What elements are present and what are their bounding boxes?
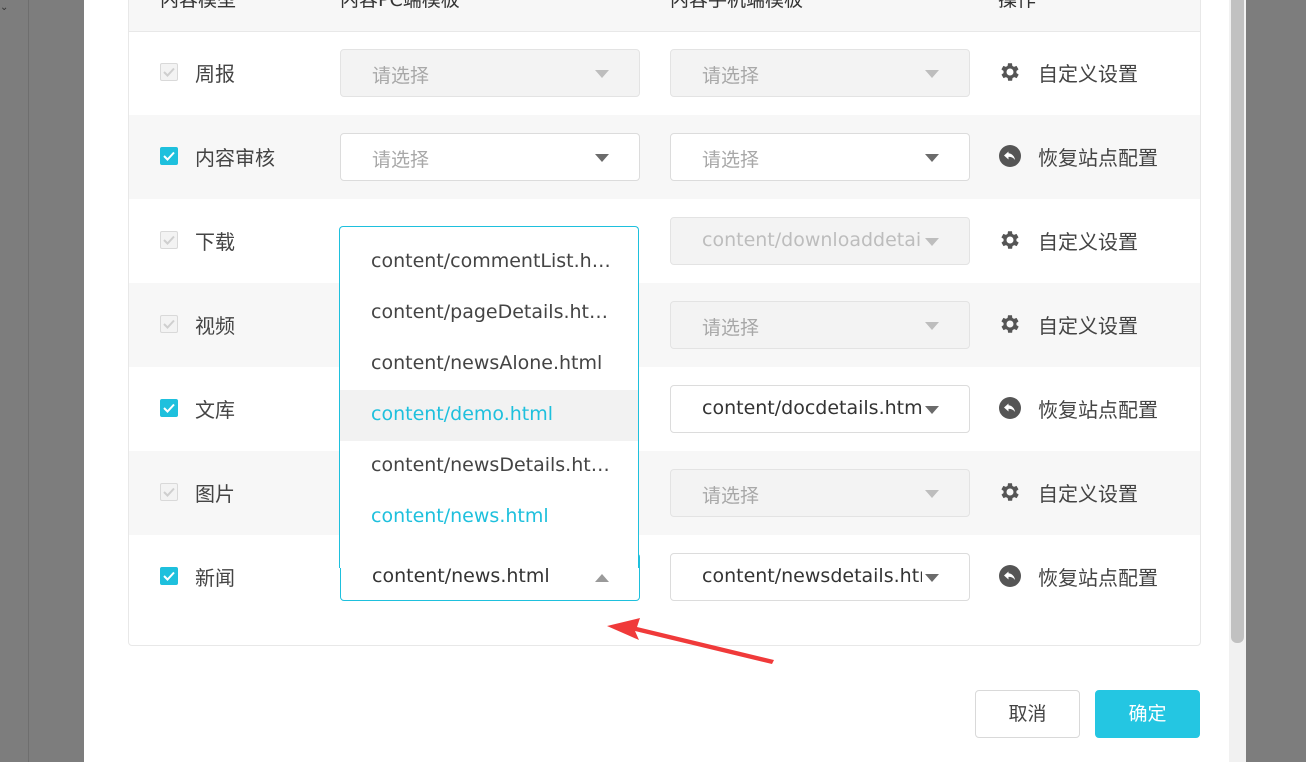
mobile-template-select[interactable]: content/newsdetails.html	[670, 553, 970, 601]
select-value: 请选择	[372, 65, 430, 87]
caret-down-icon	[925, 406, 939, 414]
option-label: content/demo.html	[371, 403, 554, 425]
pc-template-select: 请选择	[340, 49, 640, 97]
module-name: 内容审核	[195, 146, 275, 170]
mobile-template-select[interactable]: content/docdetails.html	[670, 385, 970, 433]
select-value: 请选择	[702, 317, 760, 339]
select-value: 请选择	[702, 65, 760, 87]
option-label: content/news.html	[371, 505, 549, 527]
row-checkbox[interactable]	[160, 231, 178, 249]
mobile-template-select: 请选择	[670, 49, 970, 97]
mobile-template-select[interactable]: 请选择	[670, 133, 970, 181]
row-checkbox[interactable]	[160, 567, 178, 585]
scrollbar-thumb[interactable]	[1231, 0, 1244, 643]
action-label: 恢复站点配置	[1038, 398, 1158, 422]
undo-icon	[998, 396, 1022, 420]
caret-down-icon	[925, 154, 939, 162]
table-row: 文库 content/docdetails.html 恢复站点配置	[129, 367, 1200, 451]
pc-template-select[interactable]: 请选择	[340, 133, 640, 181]
dropdown-option[interactable]: content/pageDetails.html	[340, 288, 638, 339]
mobile-template-select: content/downloaddetail	[670, 217, 970, 265]
header-action: 操作	[998, 0, 1037, 11]
row-checkbox[interactable]	[160, 399, 178, 417]
table-row: 下载 content/downloaddetail 自定义设置	[129, 199, 1200, 283]
table-row: 图片 请选择 自定义设置	[129, 451, 1200, 535]
template-table: 内容模型 内容PC端模板 内容手机端模板 操作 周报 请选择 请选择 自定义设置 内容审…	[128, 0, 1201, 646]
action-label: 恢复站点配置	[1038, 146, 1158, 170]
row-checkbox[interactable]	[160, 147, 178, 165]
select-value: 请选择	[372, 149, 430, 171]
caret-down-icon	[925, 322, 939, 330]
row-checkbox[interactable]	[160, 483, 178, 501]
table-header: 内容模型 内容PC端模板 内容手机端模板 操作	[129, 0, 1200, 32]
action-label: 自定义设置	[1038, 482, 1138, 506]
dropdown-option[interactable]: content/newsDetails.html	[340, 441, 638, 492]
action-label: 自定义设置	[1038, 62, 1138, 86]
gear-icon	[998, 60, 1022, 84]
gear-icon	[998, 312, 1022, 336]
caret-up-icon	[595, 574, 609, 582]
select-value: 请选择	[702, 149, 760, 171]
confirm-button[interactable]: 确定	[1095, 690, 1200, 738]
caret-down-icon	[925, 238, 939, 246]
dropdown-option[interactable]: content/newsAlone.html	[340, 339, 638, 390]
option-label: content/pageDetails.html	[371, 301, 611, 323]
caret-down-icon	[595, 70, 609, 78]
undo-icon	[998, 144, 1022, 168]
modal-backdrop-left: ⌄	[0, 0, 84, 762]
select-value: content/downloaddetail	[702, 229, 922, 251]
module-name: 新闻	[195, 566, 235, 590]
caret-down-icon	[925, 70, 939, 78]
mobile-template-select: 请选择	[670, 301, 970, 349]
cancel-button[interactable]: 取消	[975, 690, 1080, 738]
option-label: content/newsDetails.html	[371, 454, 611, 476]
action-label: 恢复站点配置	[1038, 566, 1158, 590]
select-value: content/docdetails.html	[702, 397, 922, 419]
module-name: 文库	[195, 398, 235, 422]
select-value: 请选择	[702, 485, 760, 507]
dropdown-option[interactable]: content/news.html	[340, 492, 638, 543]
table-row: 视频 请选择 自定义设置	[129, 283, 1200, 367]
header-module: 内容模型	[160, 0, 237, 11]
table-row: 周报 请选择 请选择 自定义设置	[129, 31, 1200, 115]
caret-down-icon	[925, 574, 939, 582]
module-name: 图片	[195, 482, 235, 506]
option-label: content/newsAlone.html	[371, 352, 603, 374]
dropdown-option[interactable]: content/demo.html	[340, 390, 638, 441]
gear-icon	[998, 480, 1022, 504]
table-row: 新闻 content/news.html content/newsdetails.h…	[129, 535, 1200, 619]
dropdown-option[interactable]: content/commentList.html	[340, 237, 638, 288]
option-label: content/commentList.html	[371, 250, 611, 272]
caret-down-icon	[925, 490, 939, 498]
row-checkbox[interactable]	[160, 63, 178, 81]
module-name: 视频	[195, 314, 235, 338]
action-label: 自定义设置	[1038, 230, 1138, 254]
row-checkbox[interactable]	[160, 315, 178, 333]
module-name: 下载	[195, 230, 235, 254]
mobile-template-select: 请选择	[670, 469, 970, 517]
caret-down-icon	[595, 154, 609, 162]
header-mobile-template: 内容手机端模板	[670, 0, 804, 11]
header-pc-template: 内容PC端模板	[340, 0, 460, 11]
modal-backdrop-right	[1246, 0, 1306, 762]
module-name: 周报	[195, 62, 235, 86]
backdrop-divider	[28, 0, 29, 762]
select-value: content/news.html	[372, 565, 550, 587]
undo-icon	[998, 564, 1022, 588]
pc-template-dropdown: content/commentList.html content/pageDeta…	[339, 226, 639, 568]
gear-icon	[998, 228, 1022, 252]
action-label: 自定义设置	[1038, 314, 1138, 338]
select-value: content/newsdetails.html	[702, 565, 922, 587]
table-row: 内容审核 请选择 请选择 恢复站点配置	[129, 115, 1200, 199]
chevron-down-icon: ⌄	[0, 2, 9, 13]
